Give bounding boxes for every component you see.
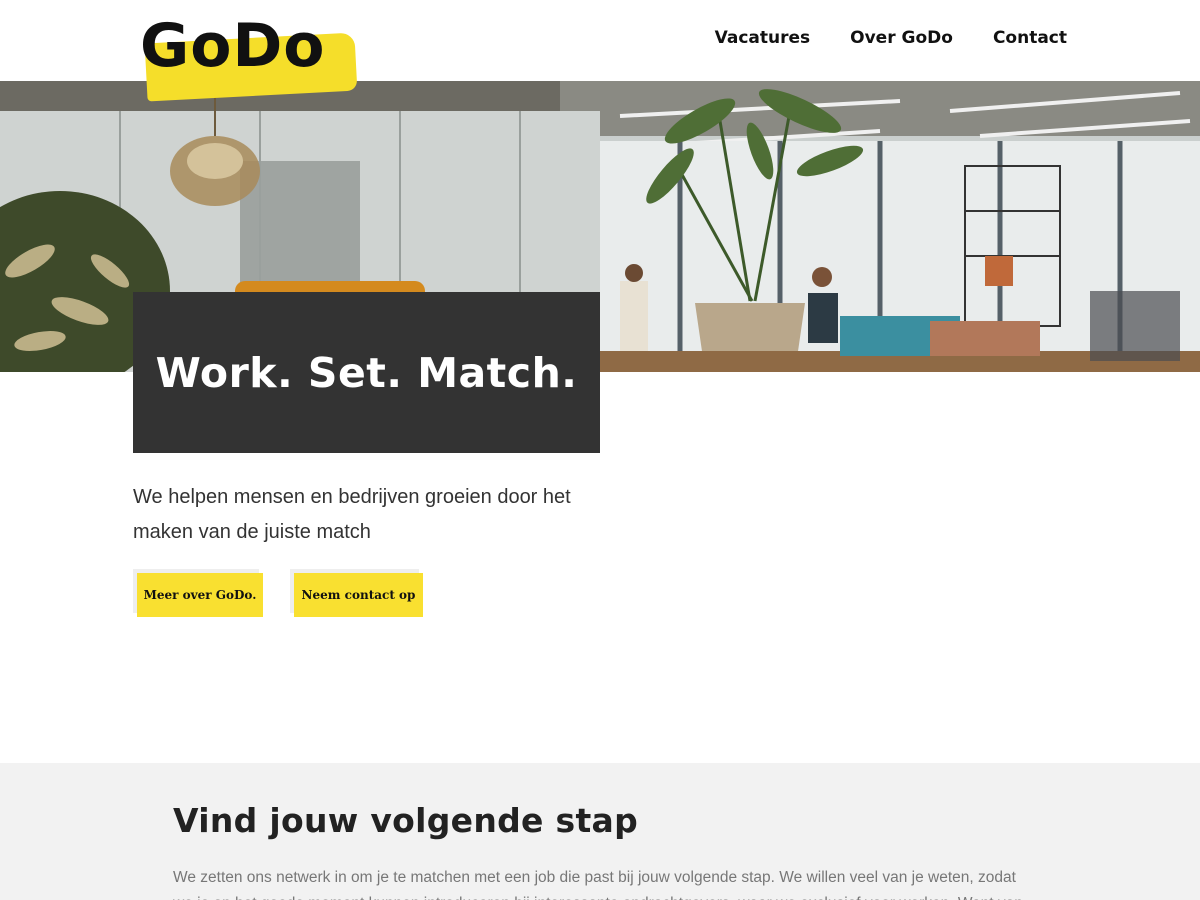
hero-title-box: Work. Set. Match. <box>133 292 600 453</box>
more-about-button-wrap: Meer over GoDo. <box>133 569 263 617</box>
godo-logo[interactable]: GoDo <box>140 16 360 102</box>
nav-link-vacatures[interactable]: Vacatures <box>715 28 811 48</box>
section-title: Vind jouw volgende stap <box>173 801 639 840</box>
nav-link-over-godo[interactable]: Over GoDo <box>850 28 953 48</box>
section-text: We zetten ons netwerk in om je te matche… <box>173 869 1023 900</box>
site-header: GoDo Vacatures Over GoDo Contact <box>0 0 1200 102</box>
logo-text: GoDo <box>140 11 326 81</box>
contact-button-wrap: Neem contact op <box>290 569 423 617</box>
hero-title: Work. Set. Match. <box>155 348 578 397</box>
nav-link-contact[interactable]: Contact <box>993 28 1067 48</box>
next-step-section: Vind jouw volgende stap We zetten ons ne… <box>0 763 1200 900</box>
main-nav: Vacatures Over GoDo Contact <box>715 28 1067 48</box>
intro-text: We helpen mensen en bedrijven groeien do… <box>133 486 571 543</box>
contact-button[interactable]: Neem contact op <box>294 573 423 617</box>
more-about-godo-button[interactable]: Meer over GoDo. <box>137 573 263 617</box>
